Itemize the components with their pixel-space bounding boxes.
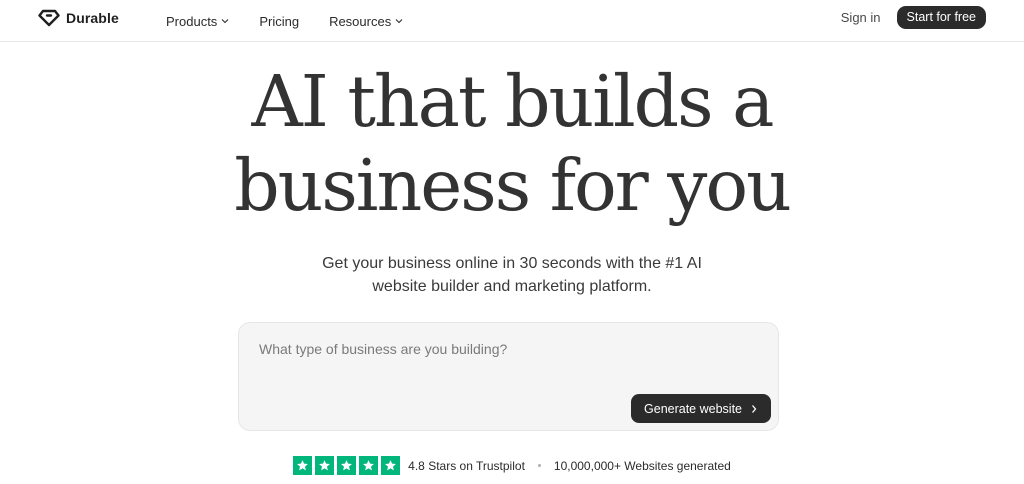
header-actions: Sign in Start for free [841,6,986,29]
nav-item-label: Resources [329,13,392,29]
hero-title-line-2: business for you [234,144,792,227]
business-prompt-box: Generate website [238,322,779,431]
hero-title: AI that builds a business for you [0,60,1024,228]
star-icon [293,456,313,475]
chevron-down-icon [221,19,229,24]
chevron-right-icon [752,404,757,413]
nav-item-products[interactable]: Products [166,14,229,29]
hero-subtitle: Get your business online in 30 seconds w… [0,252,1024,298]
generate-website-label: Generate website [644,401,742,416]
nav-item-label: Pricing [259,13,300,29]
brand-logo-link[interactable]: Durable [38,9,119,27]
trust-row: 4.8 Stars on Trustpilot 10,000,000+ Webs… [0,456,1024,475]
star-icon [337,456,357,475]
websites-generated-text: 10,000,000+ Websites generated [553,458,731,473]
star-icon [359,456,379,475]
start-for-free-button[interactable]: Start for free [896,6,986,29]
nav-item-pricing[interactable]: Pricing [259,14,299,29]
generate-website-button[interactable]: Generate website [631,394,771,423]
nav-item-resources[interactable]: Resources [329,14,403,29]
diamond-logo-icon [38,9,60,27]
chevron-down-icon [395,19,403,24]
main-nav: Products Pricing Resources [166,0,433,42]
star-icon [315,456,335,475]
separator-dot [537,464,541,467]
hero-subtitle-line-2: website builder and marketing platform. [372,278,652,295]
top-nav-bar: Durable Products Pricing Resources Sign … [0,0,1024,42]
brand-name: Durable [66,10,119,26]
hero-subtitle-line-1: Get your business online in 30 seconds w… [322,255,702,272]
hero-title-line-1: AI that builds a [251,60,775,143]
sign-in-link[interactable]: Sign in [841,10,881,25]
nav-item-label: Products [166,13,218,29]
business-type-input[interactable] [259,337,739,361]
page: Durable Products Pricing Resources Sign … [0,0,1024,484]
rating-text: 4.8 Stars on Trustpilot [408,458,525,473]
trustpilot-stars [293,456,401,475]
star-icon [381,456,401,475]
